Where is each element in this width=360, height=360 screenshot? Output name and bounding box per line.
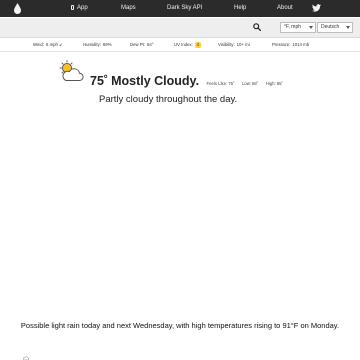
chevron-down-icon (346, 26, 350, 29)
humidity-value: 69% (102, 42, 112, 47)
low-temp-label: Low: (241, 81, 252, 86)
high-temp: High:85˚ (266, 81, 283, 86)
dark-sky-logo-icon[interactable] (14, 3, 21, 14)
visibility-condition: Visibility: 10+ mi (218, 42, 250, 47)
partly-cloudy-day-icon (59, 60, 84, 81)
high-temp-label: High: (265, 81, 276, 86)
units-select[interactable]: °F, mph (280, 22, 316, 33)
current-condition-text: Mostly Cloudy. (111, 74, 200, 88)
search-bar: °F, mph Deutsch (0, 18, 360, 38)
nav-help[interactable]: Help (234, 0, 246, 17)
current-summary: 75˚ Mostly Cloudy. Feels Like:76˚ Low:68˚… (90, 72, 283, 90)
humidity-condition: Humidity: 69% (83, 42, 112, 47)
high-temp-value: 85˚ (276, 81, 283, 86)
low-temp: Low:68˚ (242, 81, 258, 86)
dew-point-label: Dew Pt: (130, 42, 146, 47)
dew-point-value: 64° (147, 42, 154, 47)
visibility-value: 10+ mi (236, 42, 250, 47)
wind-label: Wind: (33, 42, 44, 47)
current-temperature: 75˚ (90, 74, 109, 88)
pressure-label: Pressure: (272, 42, 291, 47)
wind-condition: Wind: 6 mph ↙ (33, 42, 63, 48)
pressure-condition: Pressure: 1014 mb (272, 42, 309, 47)
uv-index-label: UV Index: (174, 42, 193, 47)
feels-like-value: 76˚ (228, 81, 235, 86)
cloud-icon (23, 356, 29, 360)
uv-index-condition: UV Index: 4 (174, 42, 201, 48)
search-icon[interactable] (253, 23, 261, 31)
uv-index-badge: 4 (194, 42, 201, 48)
week-summary: Possible light rain today and next Wedne… (20, 321, 340, 330)
nav-maps[interactable]: Maps (121, 0, 136, 17)
humidity-label: Humidity: (83, 42, 101, 47)
twitter-icon[interactable] (312, 4, 321, 12)
nav-dark-sky-api[interactable]: Dark Sky API (167, 0, 202, 17)
day-summary: Partly cloudy throughout the day. (99, 94, 238, 105)
chevron-down-icon (309, 26, 313, 29)
wind-value: 6 mph (45, 42, 58, 47)
units-select-value: °F, mph (284, 24, 302, 30)
top-navigation: App Maps Dark Sky API Help About (0, 0, 360, 17)
nav-app[interactable]: App (71, 0, 88, 17)
wind-direction-icon: ↙ (59, 42, 63, 47)
language-select[interactable]: Deutsch (317, 22, 353, 33)
feels-like: Feels Like:76˚ (207, 81, 235, 86)
current-conditions-bar: Wind: 6 mph ↙ Humidity: 69% Dew Pt: 64° UV … (0, 38, 360, 52)
language-select-value: Deutsch (321, 24, 340, 30)
nav-about[interactable]: About (277, 0, 293, 17)
low-temp-value: 68˚ (252, 81, 259, 86)
nav-app-label: App (77, 5, 88, 11)
dew-point-condition: Dew Pt: 64° (130, 42, 154, 47)
location-search-input[interactable] (10, 20, 246, 35)
feels-like-label: Feels Like: (206, 81, 228, 86)
phone-icon (71, 5, 74, 10)
pressure-value: 1014 mb (292, 42, 310, 47)
visibility-label: Visibility: (218, 42, 235, 47)
